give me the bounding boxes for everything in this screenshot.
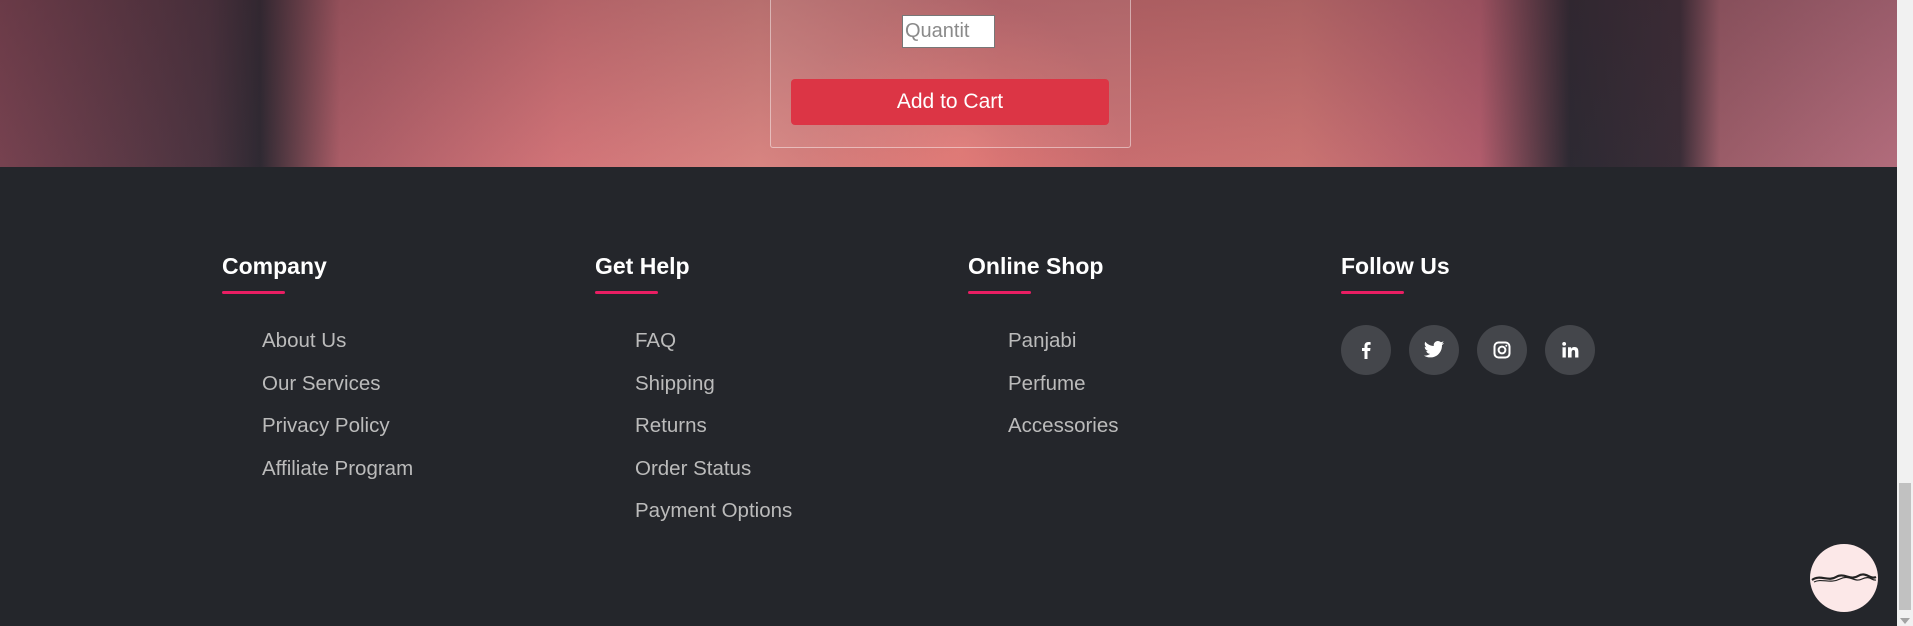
linkedin-icon <box>1562 342 1579 358</box>
heading-underline <box>222 291 285 294</box>
instagram-icon <box>1493 341 1511 359</box>
chat-logo-icon <box>1811 573 1877 583</box>
footer-link-privacy-policy[interactable]: Privacy Policy <box>262 414 413 457</box>
footer-link-panjabi[interactable]: Panjabi <box>1008 329 1119 372</box>
footer-heading-company: Company <box>222 253 327 279</box>
footer-link-returns[interactable]: Returns <box>635 414 792 457</box>
chat-widget-button[interactable] <box>1810 544 1878 612</box>
footer-link-about-us[interactable]: About Us <box>262 329 413 372</box>
facebook-button[interactable] <box>1341 325 1391 375</box>
footer-col-get-help: Get Help FAQ Shipping Returns Order Stat… <box>595 253 792 522</box>
footer-heading-online-shop: Online Shop <box>968 253 1104 279</box>
company-links: About Us Our Services Privacy Policy Aff… <box>262 329 413 499</box>
quantity-input[interactable] <box>902 15 995 48</box>
footer-link-order-status[interactable]: Order Status <box>635 457 792 500</box>
shop-links: Panjabi Perfume Accessories <box>1008 329 1119 457</box>
hero-banner: Add to Cart <box>0 0 1897 167</box>
scroll-down-arrow-icon[interactable] <box>1900 618 1910 624</box>
footer-link-affiliate-program[interactable]: Affiliate Program <box>262 457 413 500</box>
footer-col-follow-us: Follow Us <box>1341 253 1450 294</box>
footer-link-accessories[interactable]: Accessories <box>1008 414 1119 457</box>
heading-underline <box>1341 291 1404 294</box>
facebook-icon <box>1362 342 1371 359</box>
footer-link-shipping[interactable]: Shipping <box>635 372 792 415</box>
twitter-button[interactable] <box>1409 325 1459 375</box>
footer-link-payment-options[interactable]: Payment Options <box>635 499 792 542</box>
footer-heading-get-help: Get Help <box>595 253 690 279</box>
twitter-icon <box>1423 341 1445 358</box>
heading-underline <box>968 291 1031 294</box>
help-links: FAQ Shipping Returns Order Status Paymen… <box>635 329 792 542</box>
instagram-button[interactable] <box>1477 325 1527 375</box>
scrollbar-thumb[interactable] <box>1899 483 1911 610</box>
add-to-cart-button[interactable]: Add to Cart <box>791 79 1109 125</box>
footer-heading-follow-us: Follow Us <box>1341 253 1450 279</box>
linkedin-button[interactable] <box>1545 325 1595 375</box>
footer-col-company: Company About Us Our Services Privacy Po… <box>222 253 413 480</box>
heading-underline <box>595 291 658 294</box>
page-scrollbar[interactable] <box>1897 0 1913 626</box>
footer-link-our-services[interactable]: Our Services <box>262 372 413 415</box>
footer-link-perfume[interactable]: Perfume <box>1008 372 1119 415</box>
footer-col-online-shop: Online Shop Panjabi Perfume Accessories <box>968 253 1119 437</box>
footer-link-faq[interactable]: FAQ <box>635 329 792 372</box>
